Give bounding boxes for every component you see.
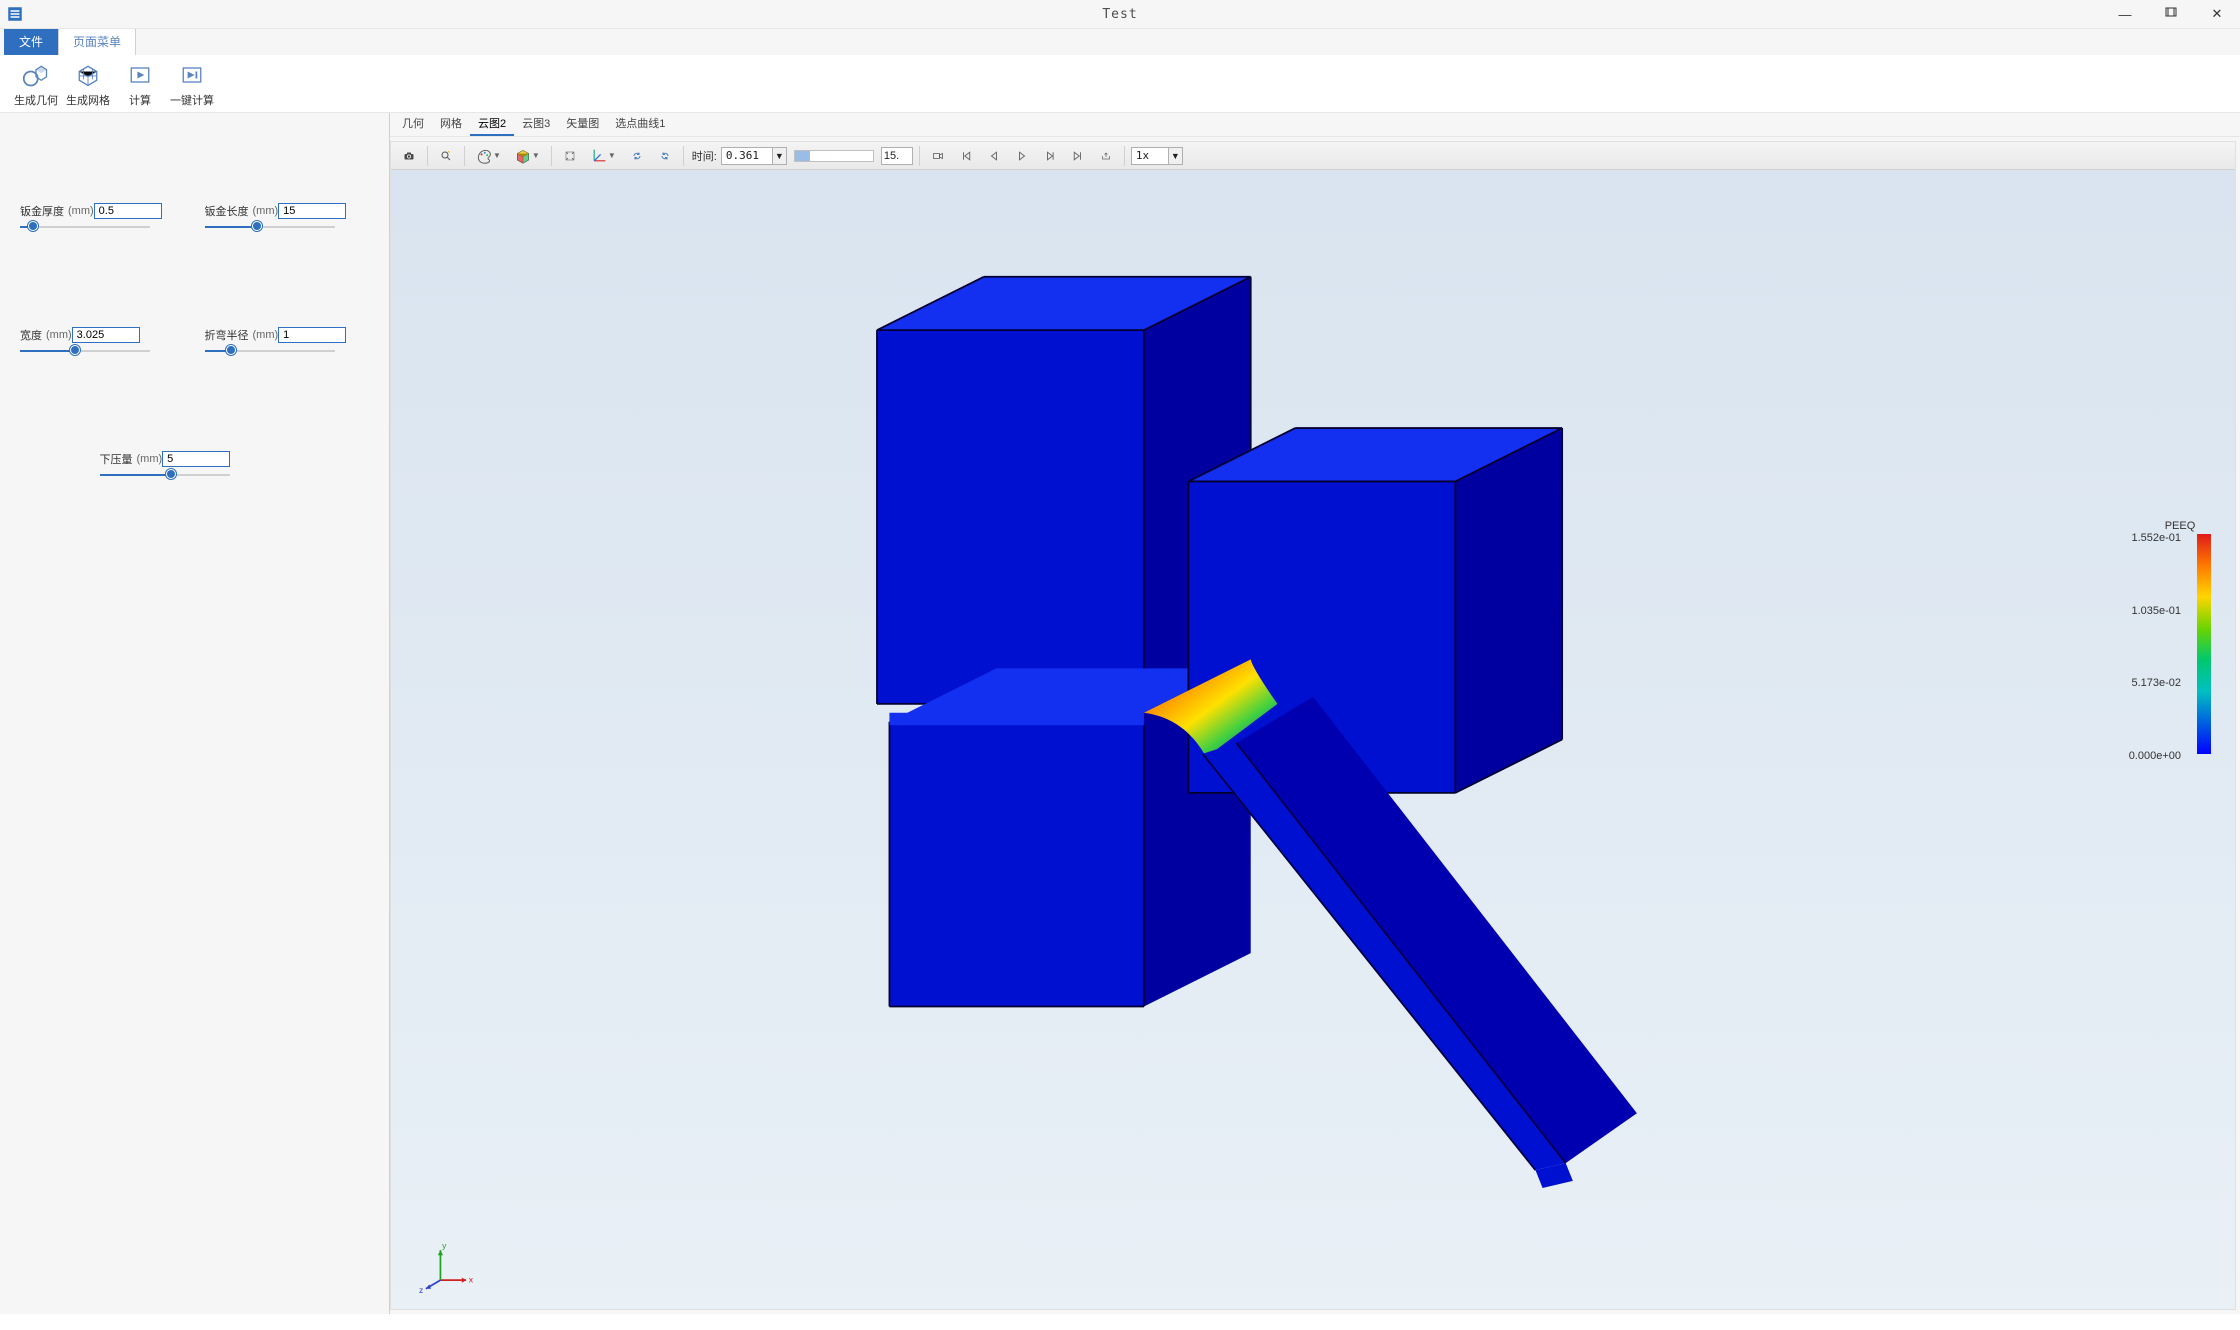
viewer-toolbar: ▼ ▼ ▼ 时间: 0.361 ▼ 15. <box>391 142 2235 170</box>
compute-label: 计算 <box>129 95 151 107</box>
param-press: 下压量 (mm) <box>100 451 290 479</box>
param-length-slider[interactable] <box>205 223 335 231</box>
time-label: 时间: <box>692 148 717 164</box>
svg-text:z: z <box>419 1285 423 1293</box>
param-length-label: 钣金长度 <box>205 203 249 219</box>
ribbon: 生成几何 生成网格 计算 一键计算 <box>0 55 2240 113</box>
param-width-slider[interactable] <box>20 347 150 355</box>
gen-mesh-button[interactable]: 生成网格 <box>62 61 114 108</box>
param-width-input[interactable] <box>72 327 140 343</box>
tab-page-menu[interactable]: 页面菜单 <box>58 28 136 55</box>
param-bend-radius-slider[interactable] <box>205 347 335 355</box>
camera-icon[interactable] <box>397 145 421 167</box>
app-logo <box>4 3 26 25</box>
param-width: 宽度 (mm) <box>20 327 185 355</box>
legend-tick-2: 5.173e-02 <box>2131 677 2181 689</box>
speed-field[interactable]: 1x <box>1131 147 1169 165</box>
param-press-input[interactable] <box>162 451 230 467</box>
close-button[interactable]: ✕ <box>2194 0 2240 28</box>
svg-text:x: x <box>469 1275 474 1285</box>
legend-tick-3: 0.000e+00 <box>2129 750 2181 762</box>
viewport-3d[interactable]: x y z PEEQ 1.552e-01 1.035e-01 5.173e-02 <box>391 170 2235 1309</box>
gen-geometry-button[interactable]: 生成几何 <box>10 61 62 108</box>
speed-dropdown[interactable]: ▼ <box>1169 147 1183 165</box>
step-back-icon[interactable] <box>982 145 1006 167</box>
viewer-shell: ▼ ▼ ▼ 时间: 0.361 ▼ 15. <box>390 141 2236 1310</box>
scene-render <box>391 170 2235 1309</box>
titlebar: Test — ✕ <box>0 0 2240 29</box>
param-bend-radius-unit: (mm) <box>253 329 279 341</box>
tab-file[interactable]: 文件 <box>4 28 58 55</box>
magnify-icon[interactable] <box>434 145 458 167</box>
viewer-tab-cloud3[interactable]: 云图3 <box>514 112 558 136</box>
export-icon[interactable] <box>1094 145 1118 167</box>
time-progress[interactable] <box>794 150 874 162</box>
viewer-tab-curve[interactable]: 选点曲线1 <box>607 112 673 136</box>
param-thickness-input[interactable] <box>94 203 162 219</box>
param-panel: 钣金厚度 (mm) 钣金长度 (mm) 宽度 (mm) <box>0 113 390 1314</box>
one-click-compute-label: 一键计算 <box>170 95 214 107</box>
color-legend: PEEQ 1.552e-01 1.035e-01 5.173e-02 0.000… <box>2149 520 2211 1311</box>
gen-mesh-label: 生成网格 <box>66 95 110 107</box>
skip-first-icon[interactable] <box>954 145 978 167</box>
colorcube-icon[interactable]: ▼ <box>510 145 545 167</box>
record-icon[interactable] <box>926 145 950 167</box>
one-click-compute-button[interactable]: 一键计算 <box>166 61 218 108</box>
window-title: Test <box>0 7 2240 22</box>
refresh-ccw-icon[interactable] <box>653 145 677 167</box>
viewer-tabstrip: 几何 网格 云图2 云图3 矢量图 选点曲线1 <box>390 113 2240 137</box>
param-bend-radius-input[interactable] <box>278 327 346 343</box>
svg-text:y: y <box>442 1240 447 1250</box>
param-bend-radius-label: 折弯半径 <box>205 327 249 343</box>
legend-tick-1: 1.035e-01 <box>2131 605 2181 617</box>
param-press-slider[interactable] <box>100 471 230 479</box>
param-length: 钣金长度 (mm) <box>205 203 370 231</box>
param-thickness-slider[interactable] <box>20 223 150 231</box>
maximize-button[interactable] <box>2148 0 2194 28</box>
param-length-unit: (mm) <box>253 205 279 217</box>
time-value-field[interactable]: 0.361 <box>721 147 773 165</box>
play-icon[interactable] <box>1010 145 1034 167</box>
skip-last-icon[interactable] <box>1066 145 1090 167</box>
param-press-label: 下压量 <box>100 451 133 467</box>
axes-icon[interactable]: ▼ <box>586 145 621 167</box>
time-value-dropdown[interactable]: ▼ <box>773 147 787 165</box>
param-thickness-label: 钣金厚度 <box>20 203 64 219</box>
step-forward-icon[interactable] <box>1038 145 1062 167</box>
gen-geometry-label: 生成几何 <box>14 95 58 107</box>
compute-button[interactable]: 计算 <box>114 61 166 108</box>
param-press-unit: (mm) <box>137 453 163 465</box>
viewer-tab-geometry[interactable]: 几何 <box>394 112 432 136</box>
orientation-triad: x y z <box>419 1233 479 1293</box>
body: 钣金厚度 (mm) 钣金长度 (mm) 宽度 (mm) <box>0 113 2240 1314</box>
legend-colorbar <box>2197 534 2211 754</box>
minimize-button[interactable]: — <box>2102 0 2148 28</box>
refresh-cw-icon[interactable] <box>625 145 649 167</box>
palette-icon[interactable]: ▼ <box>471 145 506 167</box>
viewer-tab-mesh[interactable]: 网格 <box>432 112 470 136</box>
param-width-unit: (mm) <box>46 329 72 341</box>
param-thickness-unit: (mm) <box>68 205 94 217</box>
expand-icon[interactable] <box>558 145 582 167</box>
param-bend-radius: 折弯半径 (mm) <box>205 327 370 355</box>
frame-spinner[interactable]: 15. <box>881 147 913 165</box>
legend-title: PEEQ <box>2149 520 2211 532</box>
param-length-input[interactable] <box>278 203 346 219</box>
viewer-tab-cloud2[interactable]: 云图2 <box>470 112 514 136</box>
param-width-label: 宽度 <box>20 327 42 343</box>
viewer-tab-vector[interactable]: 矢量图 <box>558 112 607 136</box>
ribbon-tabstrip: 文件 页面菜单 <box>0 29 2240 55</box>
param-thickness: 钣金厚度 (mm) <box>20 203 185 231</box>
legend-tick-0: 1.552e-01 <box>2131 532 2181 544</box>
viewer-panel: 几何 网格 云图2 云图3 矢量图 选点曲线1 ▼ ▼ ▼ 时间: <box>390 113 2240 1314</box>
